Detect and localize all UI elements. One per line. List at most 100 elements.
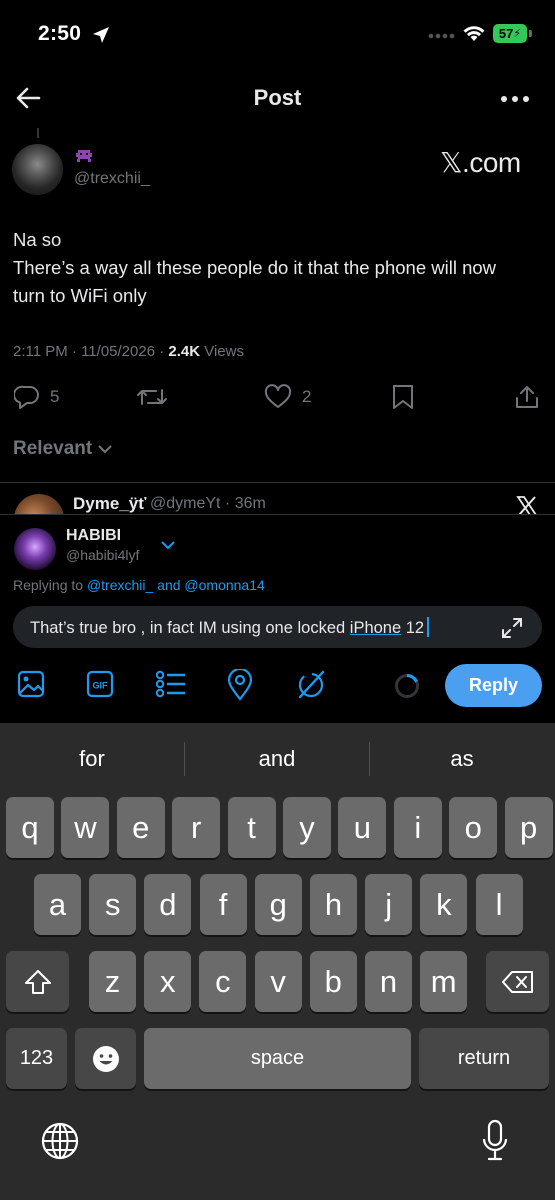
letter-key[interactable]: h: [310, 874, 357, 935]
location-pin-icon[interactable]: [226, 669, 254, 701]
letter-key[interactable]: s: [89, 874, 137, 935]
shift-key[interactable]: [6, 951, 69, 1012]
return-key[interactable]: return: [419, 1028, 549, 1089]
views-count: 2.4K: [168, 343, 201, 360]
comment-icon: [14, 385, 39, 409]
emoji-key[interactable]: [75, 1028, 136, 1089]
poll-icon[interactable]: [155, 669, 187, 699]
wifi-icon: [463, 26, 485, 41]
letter-key[interactable]: r: [172, 797, 221, 858]
author-avatar[interactable]: [12, 144, 63, 195]
replying-users-link[interactable]: @trexchii_ and @omonna14: [87, 577, 265, 593]
autocorrect-word[interactable]: iPhone: [350, 619, 401, 637]
letter-key[interactable]: q: [6, 797, 54, 858]
my-display-name: HABIBI: [66, 527, 122, 544]
reply-button[interactable]: Reply: [445, 664, 542, 707]
text-caret: [427, 617, 430, 637]
space-key[interactable]: space: [144, 1028, 411, 1089]
post-meta: 2:11 PM · 11/05/2026 · 2.4K Views: [13, 343, 244, 360]
chevron-down-icon: [98, 445, 112, 454]
letter-key[interactable]: w: [61, 797, 110, 858]
suggestion-3[interactable]: as: [387, 746, 537, 772]
letter-key[interactable]: t: [227, 797, 276, 858]
numbers-key[interactable]: 123: [6, 1028, 67, 1089]
bookmark-action[interactable]: [391, 384, 415, 410]
my-handle: @habibi4lyf: [66, 547, 140, 563]
more-options-icon[interactable]: [500, 95, 530, 103]
source-label: 𝕏.com: [440, 147, 521, 178]
grok-icon[interactable]: [296, 669, 326, 701]
backspace-icon: [501, 970, 533, 993]
shift-icon: [24, 969, 51, 994]
letter-key[interactable]: p: [504, 797, 553, 858]
svg-text:GIF: GIF: [93, 681, 109, 691]
heart-icon: [264, 384, 292, 408]
location-arrow-icon: [93, 27, 109, 43]
letter-key[interactable]: k: [420, 874, 468, 935]
emoji-icon: [92, 1045, 119, 1072]
bookmark-icon: [393, 385, 413, 409]
replying-to-label: Replying to @trexchii_ and @omonna14: [13, 577, 265, 593]
letter-key[interactable]: d: [144, 874, 192, 935]
space-invader-emoji-icon: [76, 150, 92, 162]
reply-text-part: That’s true bro , in fact IM using one l…: [30, 619, 350, 637]
views-label: Views: [200, 343, 244, 360]
repost-action[interactable]: [136, 384, 168, 410]
share-icon: [516, 386, 538, 408]
suggestion-2[interactable]: and: [202, 746, 352, 772]
reply-author-meta: @dymeYt · 36m: [150, 495, 266, 512]
expand-icon[interactable]: [501, 617, 523, 639]
divider: [0, 482, 555, 483]
letter-key[interactable]: e: [116, 797, 165, 858]
letter-key[interactable]: l: [475, 874, 523, 935]
reply-input-text[interactable]: That’s true bro , in fact IM using one l…: [30, 617, 430, 638]
like-count: 2: [302, 387, 312, 406]
replying-prefix: Replying to: [13, 577, 87, 593]
battery-indicator: 57 ⚡: [493, 24, 527, 43]
reply-text-part: 12: [401, 619, 425, 637]
letter-key[interactable]: o: [449, 797, 498, 858]
letter-key[interactable]: f: [199, 874, 247, 935]
signal-icon: [428, 33, 455, 39]
backspace-key[interactable]: [486, 951, 549, 1012]
letter-key[interactable]: j: [365, 874, 413, 935]
reply-count: 5: [50, 387, 60, 406]
post-timestamp: 2:11 PM · 11/05/2026 ·: [13, 343, 169, 360]
my-avatar[interactable]: [14, 528, 56, 570]
sort-label: Relevant: [13, 438, 93, 459]
letter-key[interactable]: c: [199, 951, 247, 1012]
author-handle[interactable]: @trexchii_: [74, 170, 150, 188]
letter-key[interactable]: n: [365, 951, 412, 1012]
microphone-icon[interactable]: [481, 1119, 509, 1163]
suggestion-divider: [184, 742, 185, 776]
letter-key[interactable]: x: [144, 951, 192, 1012]
letter-key[interactable]: m: [420, 951, 468, 1012]
letter-key[interactable]: a: [34, 874, 81, 935]
thread-line: [37, 128, 39, 138]
page-title: Post: [253, 85, 302, 110]
sort-replies-dropdown[interactable]: Relevant: [13, 438, 112, 460]
reply-author-name[interactable]: Dyme_ÿť: [73, 494, 146, 514]
share-action[interactable]: [514, 384, 540, 410]
like-action[interactable]: 2: [264, 384, 311, 410]
letter-key[interactable]: u: [338, 797, 387, 858]
globe-icon[interactable]: [40, 1121, 80, 1161]
gif-icon[interactable]: GIF: [86, 669, 114, 699]
post-text: Na so There’s a way all these people do …: [13, 229, 497, 306]
letter-key[interactable]: i: [393, 797, 442, 858]
image-icon[interactable]: [17, 669, 45, 699]
letter-key[interactable]: v: [254, 951, 302, 1012]
x-logo-icon: [516, 496, 538, 516]
suggestion-divider: [369, 742, 370, 776]
chevron-down-icon[interactable]: [160, 540, 176, 550]
repost-icon: [137, 389, 167, 405]
letter-key[interactable]: g: [254, 874, 302, 935]
status-time: 2:50: [38, 22, 109, 46]
letter-key[interactable]: y: [283, 797, 331, 858]
suggestion-1[interactable]: for: [17, 746, 167, 772]
character-count-ring: [395, 673, 419, 698]
letter-key[interactable]: b: [309, 951, 357, 1012]
reply-action[interactable]: 5: [14, 384, 59, 410]
letter-key[interactable]: z: [89, 951, 136, 1012]
battery-tip: [529, 30, 532, 37]
